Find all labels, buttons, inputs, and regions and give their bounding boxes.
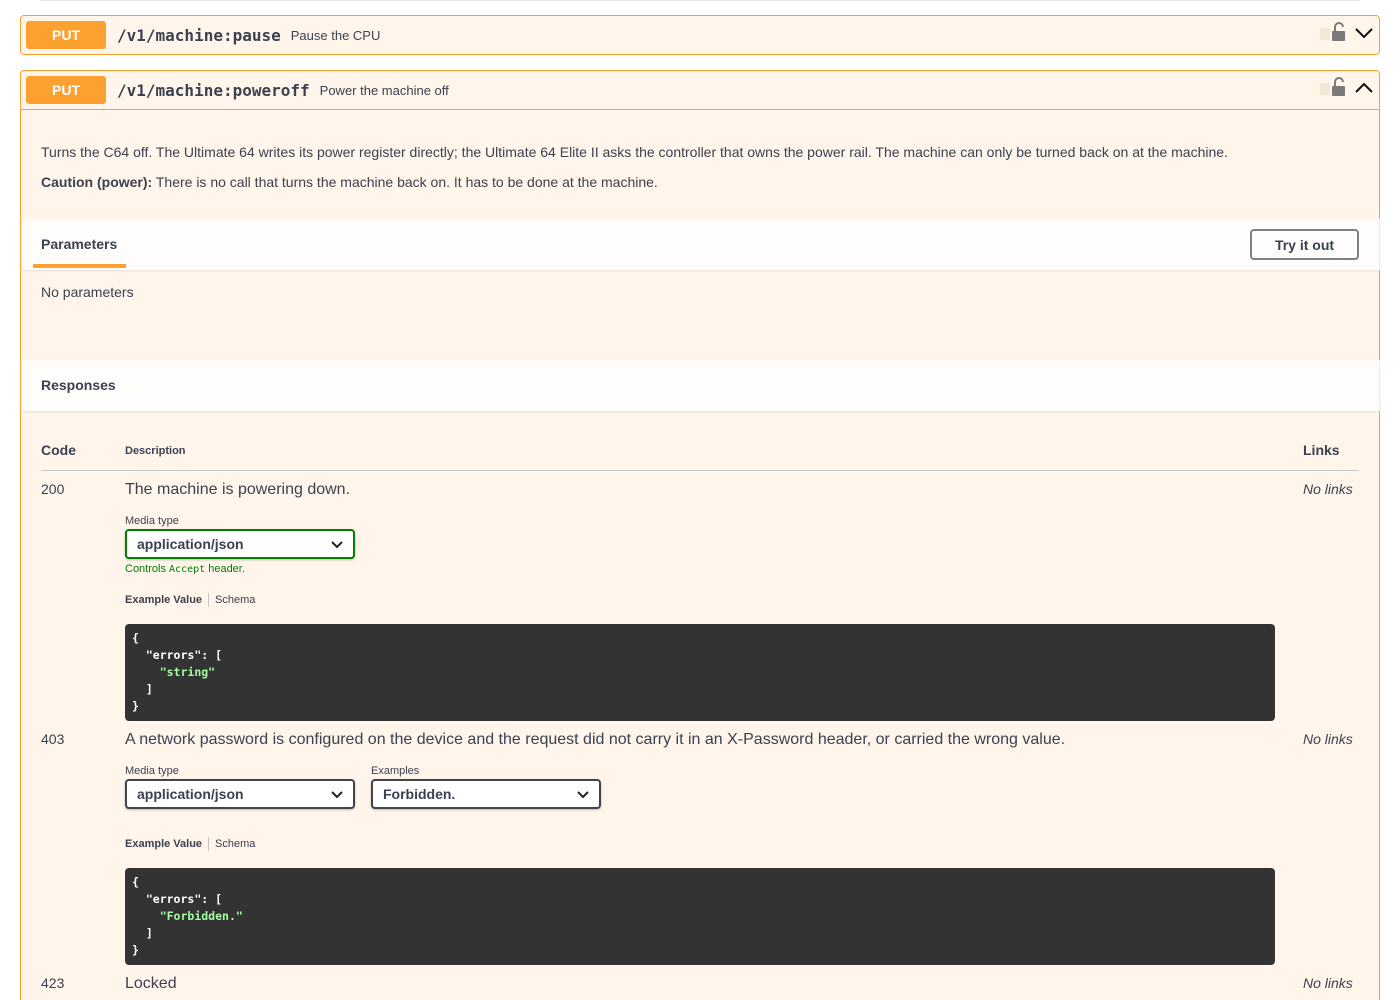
col-header-description: Description	[125, 445, 186, 457]
response-links: No links	[1303, 481, 1353, 497]
tab-example-value[interactable]: Example Value	[125, 594, 202, 606]
media-type-select[interactable]: application/json	[125, 779, 355, 809]
example-tabs: Example Value Schema	[125, 837, 255, 851]
hint-suffix: header.	[205, 563, 245, 575]
endpoint-summary: Pause the CPU	[290, 27, 381, 43]
opblock-body: Turns the C64 off. The Ultimate 64 write…	[21, 109, 1379, 197]
example-code-block: { "errors": [ "string" ] }	[125, 624, 1275, 721]
tab-separator	[208, 837, 210, 851]
method-badge: PUT	[26, 21, 106, 49]
caution-text: There is no call that turns the machine …	[152, 174, 658, 190]
controls-accept-hint: Controls Accept header.	[125, 563, 245, 575]
examples-label: Examples	[371, 765, 420, 777]
tab-separator	[208, 593, 210, 607]
response-description: Locked	[125, 975, 177, 992]
examples-select[interactable]: Forbidden.	[371, 779, 601, 809]
col-header-links: Links	[1303, 442, 1340, 458]
examples-value: Forbidden.	[383, 786, 456, 802]
media-type-label: Media type	[125, 515, 179, 527]
media-type-value: application/json	[137, 786, 244, 802]
col-header-code: Code	[41, 442, 76, 458]
example-tabs: Example Value Schema	[125, 593, 255, 607]
chevron-down-icon[interactable]	[1354, 26, 1374, 45]
endpoint-path: /v1/machine:pause	[117, 25, 281, 45]
chevron-up-icon[interactable]	[1354, 81, 1374, 100]
chevron-down-icon	[331, 536, 343, 552]
lock-icon[interactable]	[1320, 76, 1346, 104]
media-type-select[interactable]: application/json	[125, 529, 355, 559]
tab-active-indicator	[33, 264, 126, 268]
opblock-pause: PUT /v1/machine:pause Pause the CPU	[20, 15, 1380, 55]
caution-label: Caution (power):	[41, 174, 153, 190]
top-divider	[40, 0, 1360, 1]
tab-parameters[interactable]: Parameters	[41, 236, 117, 252]
chevron-down-icon	[577, 786, 589, 802]
parameters-header	[22, 219, 1380, 270]
example-code-block: { "errors": [ "Forbidden." ] }	[125, 868, 1275, 965]
response-code: 423	[41, 975, 65, 991]
no-parameters-text: No parameters	[41, 284, 134, 300]
response-links: No links	[1303, 975, 1353, 991]
table-header-divider	[41, 470, 1359, 471]
opblock-poweroff: PUT /v1/machine:poweroff Power the machi…	[20, 70, 1380, 1000]
response-code: 403	[41, 731, 65, 747]
media-type-value: application/json	[137, 536, 244, 552]
hint-prefix: Controls	[125, 563, 170, 575]
caution-note: Caution (power): There is no call that t…	[41, 167, 1359, 197]
response-description: A network password is configured on the …	[125, 731, 1066, 748]
response-description: The machine is powering down.	[125, 481, 351, 498]
tab-schema[interactable]: Schema	[215, 594, 255, 606]
opblock-summary-pause[interactable]: PUT /v1/machine:pause Pause the CPU	[21, 16, 1379, 54]
chevron-down-icon	[331, 786, 343, 802]
try-it-out-button[interactable]: Try it out	[1250, 229, 1359, 260]
method-badge: PUT	[26, 76, 106, 104]
json-string: "Forbidden."	[159, 909, 243, 923]
json-key: "errors"	[145, 892, 202, 906]
tab-example-value[interactable]: Example Value	[125, 838, 202, 850]
endpoint-summary: Power the machine off	[319, 82, 449, 98]
media-type-label: Media type	[125, 765, 179, 777]
responses-header	[22, 360, 1380, 411]
hint-code: Accept	[169, 564, 206, 575]
responses-title: Responses	[41, 377, 116, 393]
json-string: "string"	[159, 665, 216, 679]
response-code: 200	[41, 481, 65, 497]
lock-icon[interactable]	[1320, 21, 1346, 49]
json-key: "errors"	[145, 648, 202, 662]
opblock-summary-poweroff[interactable]: PUT /v1/machine:poweroff Power the machi…	[21, 71, 1379, 109]
description-text: Turns the C64 off. The Ultimate 64 write…	[41, 144, 1228, 160]
operation-description: Turns the C64 off. The Ultimate 64 write…	[21, 110, 1379, 197]
endpoint-path: /v1/machine:poweroff	[117, 80, 310, 100]
response-links: No links	[1303, 731, 1353, 747]
tab-schema[interactable]: Schema	[215, 838, 255, 850]
